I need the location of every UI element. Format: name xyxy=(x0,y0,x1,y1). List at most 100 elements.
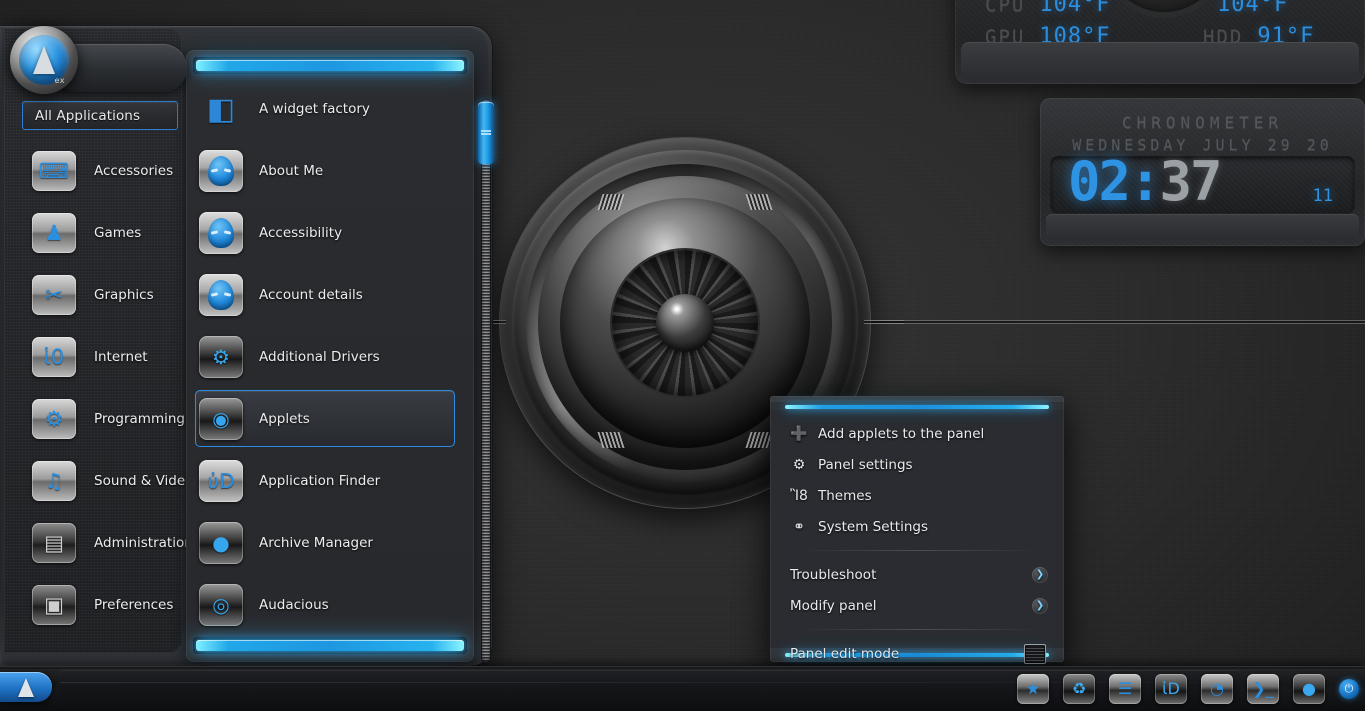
category-list: ⌨Accessories♟Games ✂ Graphics ἱ0 Internet ⚙ Pr… xyxy=(4,140,182,636)
chronometer-title: CHRONOMETER xyxy=(1040,113,1365,132)
list-item-label: Additional Drivers xyxy=(259,349,380,365)
plus-circle-icon: ➕ xyxy=(790,425,808,443)
sidebar-item-programming[interactable]: ⚙ Programming xyxy=(4,388,182,450)
menu-item-system-settings[interactable]: ⚭System Settings xyxy=(770,511,1064,542)
application-scroll-area[interactable]: ◧ A widget factory About Me Accessibility Ac… xyxy=(187,78,469,634)
notes-icon[interactable]: ☰ xyxy=(1109,674,1141,704)
menu-item-label: System Settings xyxy=(818,519,928,535)
scrollbar-thumb[interactable] xyxy=(478,102,494,164)
sidebar-item-label: Administration xyxy=(94,535,193,551)
system-tray: ★ ♻ ☰ ἰD ◔ ❯_ ● ⏻ xyxy=(1017,669,1359,708)
start-button[interactable] xyxy=(0,672,52,702)
panel-context-menu[interactable]: ➕ Add applets to the panel ⚙Panel settings… xyxy=(770,396,1064,662)
context-menu-items: ➕ Add applets to the panel ⚙Panel settings… xyxy=(770,418,1064,669)
browser-globe-icon[interactable]: ἰD xyxy=(1155,674,1187,704)
panel-top-glowbar xyxy=(193,57,467,74)
palette-icon: Ἲ8 xyxy=(790,487,808,505)
list-item[interactable]: About Me xyxy=(187,140,469,202)
archive-icon: ● xyxy=(199,522,243,564)
menu-item-label: Modify panel xyxy=(790,598,876,614)
sidebar-item-label: Preferences xyxy=(94,597,173,613)
list-item[interactable]: ◎ Audacious xyxy=(187,574,469,634)
list-item-label: Account details xyxy=(259,287,363,303)
graphics-icon: ✂ xyxy=(32,275,76,315)
cpu-value-right: 104°F xyxy=(1217,0,1288,17)
menu-item-label: Themes xyxy=(818,488,872,504)
menu-item-label: Troubleshoot xyxy=(790,567,876,583)
menu-item-panel-settings[interactable]: ⚙Panel settings xyxy=(770,449,1064,480)
sidebar-item-preferences[interactable]: ▣Preferences xyxy=(4,574,182,636)
power-icon[interactable]: ⏻ xyxy=(1339,679,1359,699)
list-item-label: Accessibility xyxy=(259,225,342,241)
clock-colon: : xyxy=(1129,150,1160,213)
all-applications-button[interactable]: All Applications xyxy=(22,101,178,130)
context-menu-separator xyxy=(796,550,1042,551)
magnifier-icon: ὐD xyxy=(199,460,243,502)
submenu-arrow-icon: ❯ xyxy=(1032,598,1048,614)
keyboard-mouse-icon: ⌨ xyxy=(32,151,76,191)
start-ark-icon xyxy=(18,678,34,697)
application-menu-window[interactable]: All Applications ⌨Accessories♟Games ✂ Grap… xyxy=(0,18,497,666)
games-icon: ♟ xyxy=(32,213,76,253)
menu-item-add-applets-to-the-panel[interactable]: ➕ Add applets to the panel xyxy=(770,418,1064,449)
favorites-star-icon[interactable]: ★ xyxy=(1017,674,1049,704)
cpu-temp-row: CPU 104°F xyxy=(985,0,1111,17)
ark-logo-button[interactable]: ex xyxy=(10,26,78,94)
panel-bottom-glowbar xyxy=(193,637,467,654)
scrollbar-track[interactable] xyxy=(481,98,491,663)
sidebar-item-label: Programming xyxy=(94,411,185,427)
sidebar-item-sound-video[interactable]: ♫Sound & Video xyxy=(4,450,182,512)
application-list-scrollbar[interactable] xyxy=(478,98,494,663)
menu-item-troubleshoot[interactable]: Troubleshoot❯ xyxy=(770,559,1064,590)
terminal-icon[interactable]: ❯_ xyxy=(1247,674,1279,704)
chronometer-ledge xyxy=(1046,214,1359,240)
sidebar-item-label: Internet xyxy=(94,349,148,365)
context-menu-top-glow xyxy=(785,405,1049,409)
widget-factory-icon: ◧ xyxy=(199,88,243,130)
clock-minutes: 37 xyxy=(1160,150,1221,213)
list-item[interactable]: ⚙ Additional Drivers xyxy=(187,326,469,388)
list-item[interactable]: Accessibility xyxy=(187,202,469,264)
cpu-value: 104°F xyxy=(1039,0,1110,17)
sidebar-item-graphics[interactable]: ✂ Graphics xyxy=(4,264,182,326)
audacious-icon: ◎ xyxy=(199,584,243,626)
taskbar: ★ ♻ ☰ ἰD ◔ ❯_ ● ⏻ xyxy=(0,666,1365,711)
sidebar-item-label: Sound & Video xyxy=(94,473,193,489)
drivers-icon: ⚙ xyxy=(199,336,243,378)
trash-recycle-icon[interactable]: ♻ xyxy=(1063,674,1095,704)
menu-item-label: Panel settings xyxy=(818,457,913,473)
list-item[interactable]: ●Archive Manager xyxy=(187,512,469,574)
sidebar-item-games[interactable]: ♟Games xyxy=(4,202,182,264)
sidebar-item-label: Graphics xyxy=(94,287,154,303)
application-list-panel: ◧ A widget factory About Me Accessibility Ac… xyxy=(186,50,474,662)
gears-icon: ⚙ xyxy=(32,399,76,439)
menu-item-themes[interactable]: Ἲ8 Themes xyxy=(770,480,1064,511)
ark-logo-icon xyxy=(33,46,55,74)
list-item[interactable]: ὐD Application Finder xyxy=(187,450,469,512)
list-item[interactable]: ◧ A widget factory xyxy=(187,78,469,140)
list-item[interactable]: Account details xyxy=(187,264,469,326)
clock-seconds: 11 xyxy=(1313,186,1333,206)
volume-icon[interactable]: ● xyxy=(1293,674,1325,704)
wifi-icon[interactable]: ◔ xyxy=(1201,674,1233,704)
chronometer-time: 02:37 xyxy=(1068,150,1221,213)
cpu-label: CPU xyxy=(985,0,1025,16)
applets-icon: ◉ xyxy=(199,398,243,440)
globe-icon: ἱ0 xyxy=(32,337,76,377)
list-item-label: Applets xyxy=(259,411,310,427)
menu-item-label: Add applets to the panel xyxy=(818,426,984,442)
panel-edit-mode-checkbox[interactable] xyxy=(1024,644,1046,664)
temperature-widget: CPU 104°F GPU 108°F 104°F HDD 91°F xyxy=(955,0,1365,84)
list-item-label: About Me xyxy=(259,163,323,179)
list-item[interactable]: ◉ Applets xyxy=(187,388,469,450)
menu-item-modify-panel[interactable]: Modify panel ❯ xyxy=(770,590,1064,621)
sidebar-item-administration[interactable]: ▤Administration xyxy=(4,512,182,574)
clock-hours: 02 xyxy=(1068,150,1129,213)
list-item-label: A widget factory xyxy=(259,101,370,117)
list-item-label: Application Finder xyxy=(259,473,380,489)
sidebar-item-accessories[interactable]: ⌨Accessories xyxy=(4,140,182,202)
list-item-label: Audacious xyxy=(259,597,329,613)
menu-item-label: Panel edit mode xyxy=(790,646,899,662)
menu-item-panel-edit-mode[interactable]: Panel edit mode xyxy=(770,638,1064,669)
sidebar-item-internet[interactable]: ἱ0 Internet xyxy=(4,326,182,388)
